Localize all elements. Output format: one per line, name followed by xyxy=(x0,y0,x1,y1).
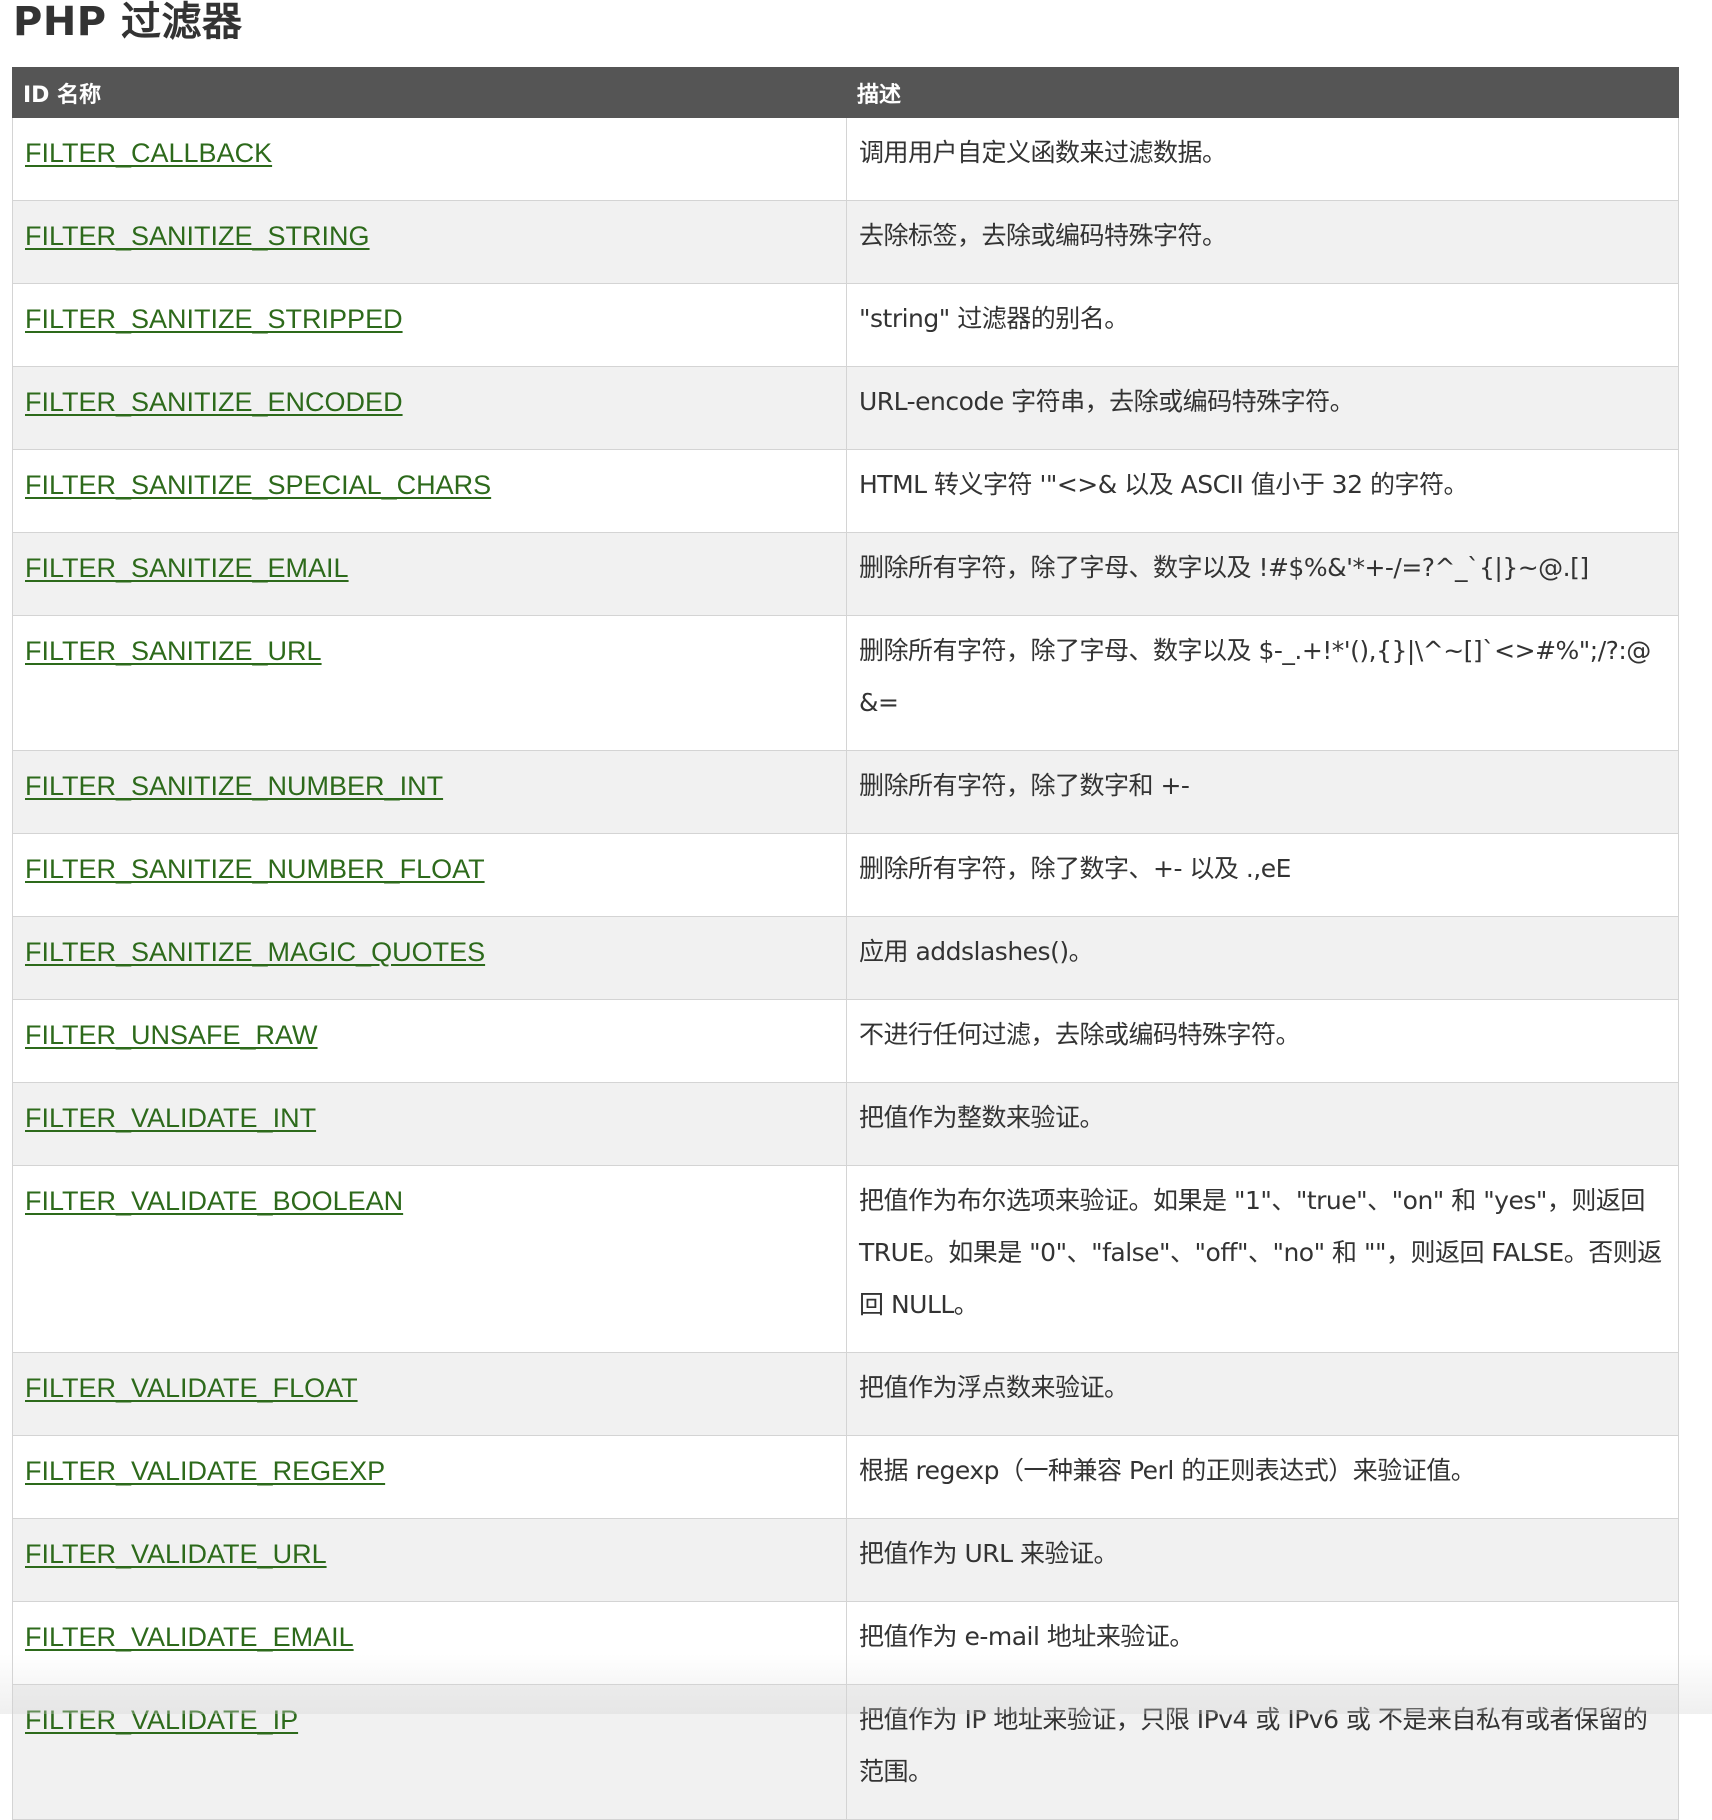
filter-description-cell: 去除标签，去除或编码特殊字符。 xyxy=(846,200,1679,284)
table-row: FILTER_SANITIZE_NUMBER_INT 删除所有字符，除了数字和 +… xyxy=(12,750,1679,834)
table-header-row: ID 名称 描述 xyxy=(12,67,1679,118)
filter-name-link[interactable]: FILTER_CALLBACK xyxy=(25,138,272,168)
filter-name-cell: FILTER_CALLBACK xyxy=(12,117,847,201)
table-row: FILTER_VALIDATE_INT 把值作为整数来验证。 xyxy=(12,1082,1679,1166)
filter-name-cell: FILTER_SANITIZE_EMAIL xyxy=(12,532,847,616)
filter-description-cell: 删除所有字符，除了数字和 +- xyxy=(846,750,1679,834)
filter-description-cell: 把值作为浮点数来验证。 xyxy=(846,1352,1679,1436)
filter-name-link[interactable]: FILTER_VALIDATE_FLOAT xyxy=(25,1373,358,1403)
filter-name-link[interactable]: FILTER_UNSAFE_RAW xyxy=(25,1020,318,1050)
table-body: FILTER_CALLBACK 调用用户自定义函数来过滤数据。 FILTER_SAN… xyxy=(12,117,1679,1820)
filter-name-link[interactable]: FILTER_SANITIZE_SPECIAL_CHARS xyxy=(25,470,491,500)
table-row: FILTER_VALIDATE_URL 把值作为 URL 来验证。 xyxy=(12,1518,1679,1602)
table-row: FILTER_VALIDATE_EMAIL 把值作为 e-mail 地址来验证。 xyxy=(12,1601,1679,1685)
filter-name-link[interactable]: FILTER_VALIDATE_URL xyxy=(25,1539,327,1569)
table-row: FILTER_VALIDATE_BOOLEAN 把值作为布尔选项来验证。如果是 "… xyxy=(12,1165,1679,1353)
table-row: FILTER_UNSAFE_RAW 不进行任何过滤，去除或编码特殊字符。 xyxy=(12,999,1679,1083)
table-row: FILTER_SANITIZE_STRING 去除标签，去除或编码特殊字符。 xyxy=(12,200,1679,284)
filter-description-cell: 把值作为布尔选项来验证。如果是 "1"、"true"、"on" 和 "yes"，… xyxy=(846,1165,1679,1353)
filter-description-cell: 调用用户自定义函数来过滤数据。 xyxy=(846,117,1679,201)
filter-description-cell: 把值作为整数来验证。 xyxy=(846,1082,1679,1166)
filter-description-cell: 删除所有字符，除了数字、+- 以及 .,eE xyxy=(846,833,1679,917)
column-header-description: 描述 xyxy=(846,67,1679,118)
filter-name-cell: FILTER_SANITIZE_STRING xyxy=(12,200,847,284)
filter-description-cell: 把值作为 URL 来验证。 xyxy=(846,1518,1679,1602)
filter-name-link[interactable]: FILTER_SANITIZE_NUMBER_FLOAT xyxy=(25,854,485,884)
filter-name-link[interactable]: FILTER_VALIDATE_BOOLEAN xyxy=(25,1186,403,1216)
filter-name-cell: FILTER_VALIDATE_EMAIL xyxy=(12,1601,847,1685)
table-row: FILTER_VALIDATE_IP 把值作为 IP 地址来验证，只限 IPv4 … xyxy=(12,1684,1679,1820)
filter-description-cell: 把值作为 e-mail 地址来验证。 xyxy=(846,1601,1679,1685)
filter-description-cell: 删除所有字符，除了字母、数字以及 !#$%&'*+-/=?^_`{|}~@.[] xyxy=(846,532,1679,616)
filter-name-link[interactable]: FILTER_SANITIZE_NUMBER_INT xyxy=(25,771,443,801)
filter-name-cell: FILTER_VALIDATE_INT xyxy=(12,1082,847,1166)
table-header: ID 名称 描述 xyxy=(12,67,1679,118)
table-row: FILTER_SANITIZE_SPECIAL_CHARS HTML 转义字符 '… xyxy=(12,449,1679,533)
filter-name-link[interactable]: FILTER_VALIDATE_EMAIL xyxy=(25,1622,354,1652)
filter-name-cell: FILTER_VALIDATE_FLOAT xyxy=(12,1352,847,1436)
filter-name-cell: FILTER_VALIDATE_REGEXP xyxy=(12,1435,847,1519)
table-row: FILTER_SANITIZE_URL 删除所有字符，除了字母、数字以及 $-_.… xyxy=(12,615,1679,751)
table-row: FILTER_SANITIZE_NUMBER_FLOAT 删除所有字符，除了数字、… xyxy=(12,833,1679,917)
table-row: FILTER_VALIDATE_REGEXP 根据 regexp（一种兼容 Per… xyxy=(12,1435,1679,1519)
filter-description-cell: 应用 addslashes()。 xyxy=(846,916,1679,1000)
filter-name-cell: FILTER_SANITIZE_SPECIAL_CHARS xyxy=(12,449,847,533)
filter-name-link[interactable]: FILTER_SANITIZE_ENCODED xyxy=(25,387,403,417)
filter-description-cell: URL-encode 字符串，去除或编码特殊字符。 xyxy=(846,366,1679,450)
table-row: FILTER_SANITIZE_MAGIC_QUOTES 应用 addslashe… xyxy=(12,916,1679,1000)
filter-name-cell: FILTER_SANITIZE_STRIPPED xyxy=(12,283,847,367)
table-row: FILTER_VALIDATE_FLOAT 把值作为浮点数来验证。 xyxy=(12,1352,1679,1436)
table-row: FILTER_CALLBACK 调用用户自定义函数来过滤数据。 xyxy=(12,117,1679,201)
filter-name-link[interactable]: FILTER_SANITIZE_URL xyxy=(25,636,322,666)
filter-name-cell: FILTER_VALIDATE_URL xyxy=(12,1518,847,1602)
filter-name-cell: FILTER_VALIDATE_BOOLEAN xyxy=(12,1165,847,1353)
filter-description-cell: 根据 regexp（一种兼容 Perl 的正则表达式）来验证值。 xyxy=(846,1435,1679,1519)
filter-description-cell: 把值作为 IP 地址来验证，只限 IPv4 或 IPv6 或 不是来自私有或者保… xyxy=(846,1684,1679,1820)
filter-name-link[interactable]: FILTER_VALIDATE_IP xyxy=(25,1705,298,1735)
filter-name-link[interactable]: FILTER_SANITIZE_EMAIL xyxy=(25,553,349,583)
page-title: PHP 过滤器 xyxy=(13,0,243,45)
filter-name-cell: FILTER_SANITIZE_ENCODED xyxy=(12,366,847,450)
filter-name-cell: FILTER_SANITIZE_NUMBER_INT xyxy=(12,750,847,834)
filter-name-link[interactable]: FILTER_SANITIZE_STRING xyxy=(25,221,370,251)
filter-description-cell: 删除所有字符，除了字母、数字以及 $-_.+!*'(),{}|\^~[]`<>#… xyxy=(846,615,1679,751)
filter-name-cell: FILTER_SANITIZE_NUMBER_FLOAT xyxy=(12,833,847,917)
filter-name-cell: FILTER_SANITIZE_URL xyxy=(12,615,847,751)
filter-name-link[interactable]: FILTER_SANITIZE_STRIPPED xyxy=(25,304,403,334)
filter-name-cell: FILTER_SANITIZE_MAGIC_QUOTES xyxy=(12,916,847,1000)
filter-description-cell: 不进行任何过滤，去除或编码特殊字符。 xyxy=(846,999,1679,1083)
filter-description-cell: HTML 转义字符 '"<>& 以及 ASCII 值小于 32 的字符。 xyxy=(846,449,1679,533)
filter-name-link[interactable]: FILTER_VALIDATE_REGEXP xyxy=(25,1456,385,1486)
filter-name-link[interactable]: FILTER_SANITIZE_MAGIC_QUOTES xyxy=(25,937,485,967)
column-header-name: ID 名称 xyxy=(12,67,847,118)
table-row: FILTER_SANITIZE_ENCODED URL-encode 字符串，去除… xyxy=(12,366,1679,450)
filter-name-cell: FILTER_VALIDATE_IP xyxy=(12,1684,847,1820)
filter-description-cell: "string" 过滤器的别名。 xyxy=(846,283,1679,367)
table-row: FILTER_SANITIZE_STRIPPED "string" 过滤器的别名。 xyxy=(12,283,1679,367)
filter-name-cell: FILTER_UNSAFE_RAW xyxy=(12,999,847,1083)
filter-reference-table: ID 名称 描述 FILTER_CALLBACK 调用用户自定义函数来过滤数据。 F… xyxy=(12,67,1679,1820)
filter-name-link[interactable]: FILTER_VALIDATE_INT xyxy=(25,1103,316,1133)
table-row: FILTER_SANITIZE_EMAIL 删除所有字符，除了字母、数字以及 !#… xyxy=(12,532,1679,616)
